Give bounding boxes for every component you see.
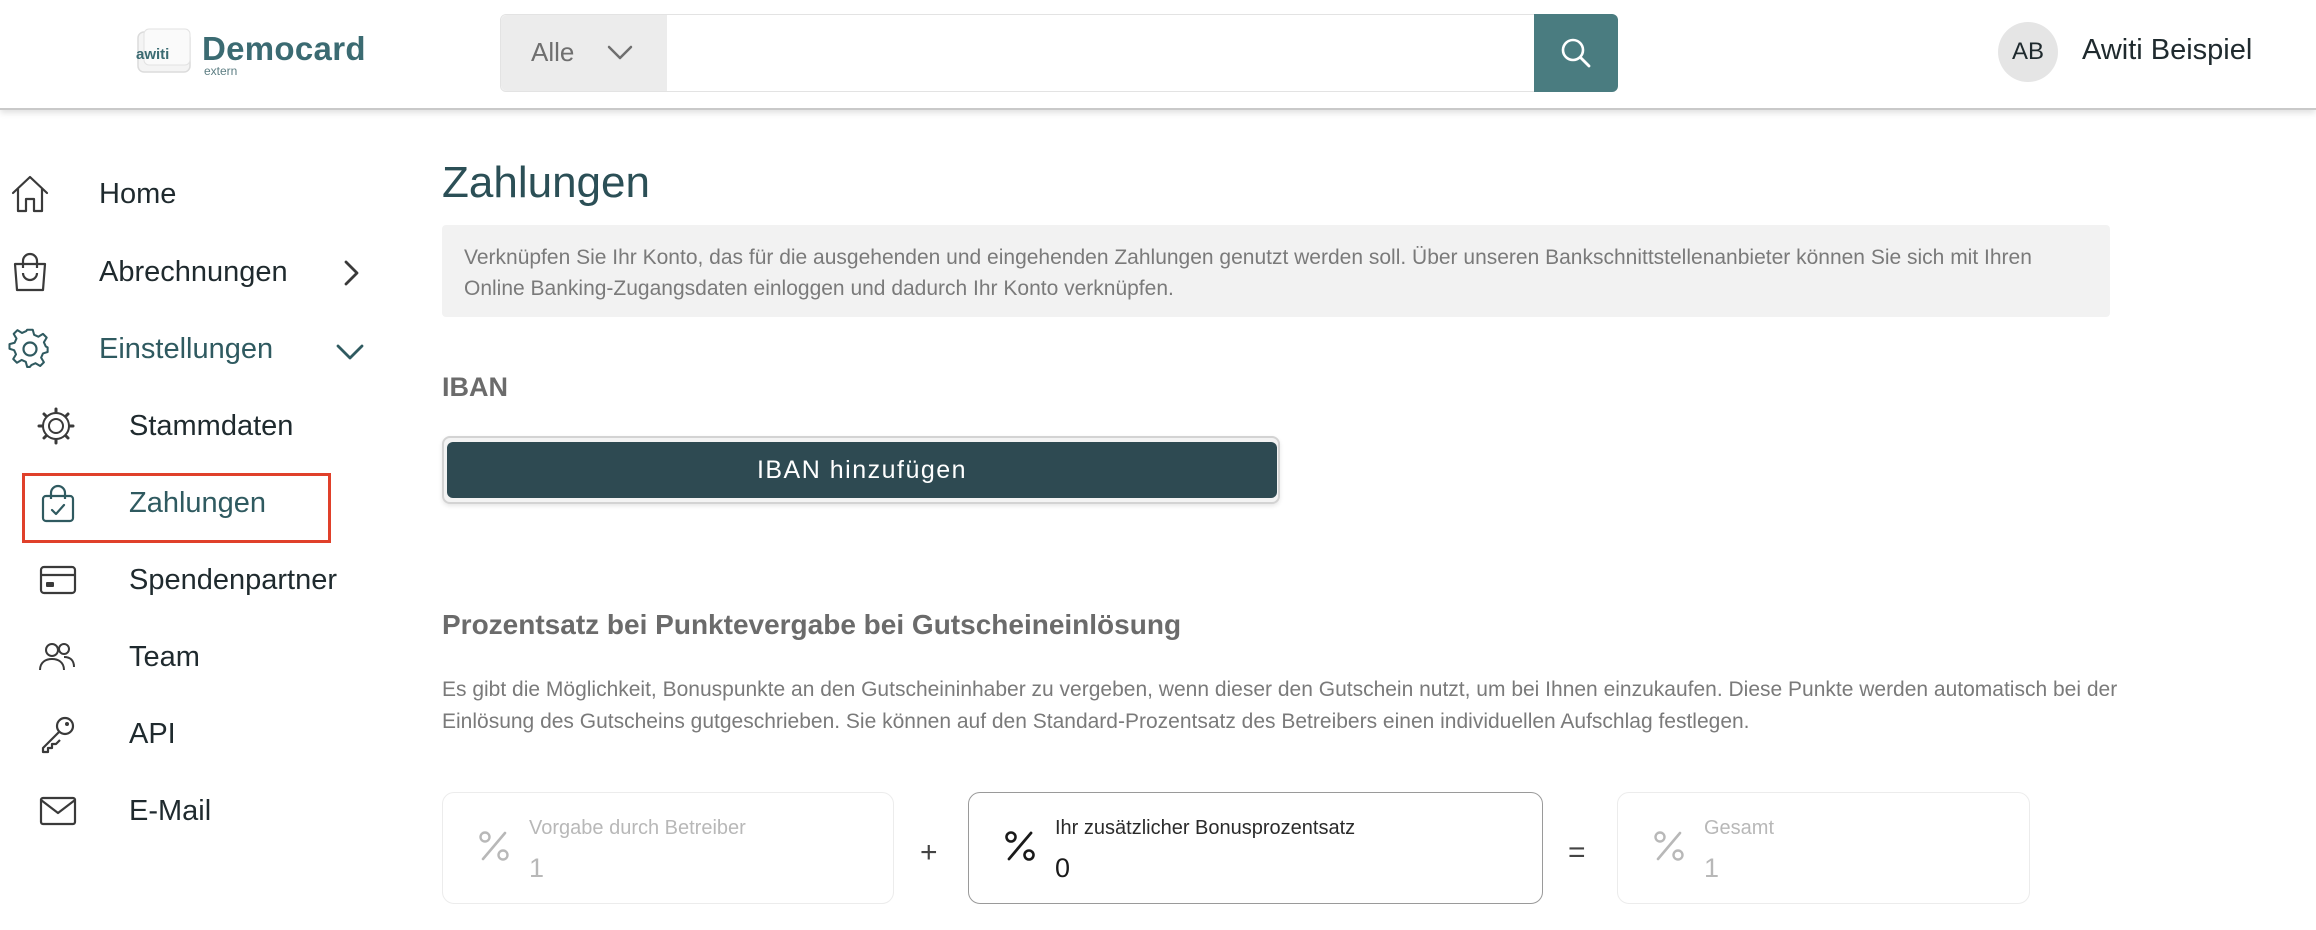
logo-title: Democard [202, 30, 366, 67]
shopping-bag-icon [13, 252, 47, 292]
sidebar-item-label: Einstellungen [99, 333, 274, 365]
sidebar-item-spendenpartner[interactable]: Spendenpartner [22, 558, 380, 618]
iban-heading: IBAN [442, 372, 508, 402]
bonus-percentage-input[interactable]: 0 [1055, 853, 1070, 884]
selection-highlight [22, 473, 331, 543]
sidebar-item-label: Stammdaten [129, 410, 294, 442]
operator-percentage-field: Vorgabe durch Betreiber 1 [442, 792, 894, 904]
sidebar-item-einstellungen[interactable]: Einstellungen [0, 327, 380, 387]
sidebar-item-email[interactable]: E-Mail [22, 789, 380, 849]
gear-icon [8, 328, 49, 368]
field-value: 1 [529, 853, 545, 883]
sidebar-item-label: API [129, 718, 176, 750]
sidebar-item-abrechnungen[interactable]: Abrechnungen [0, 250, 380, 310]
percent-icon [1005, 831, 1035, 861]
people-icon [39, 643, 75, 671]
bonus-percentage-field[interactable]: Ihr zusätzlicher Bonusprozentsatz 0 [968, 792, 1543, 904]
search-icon [1561, 38, 1591, 68]
sidebar-item-team[interactable]: Team [22, 635, 380, 695]
sidebar-item-api[interactable]: API [22, 712, 380, 772]
credit-card-icon [39, 565, 77, 595]
total-percentage-field: Gesamt 1 [1617, 792, 2030, 904]
sidebar-item-stammdaten[interactable]: Stammdaten [22, 404, 380, 464]
page-title: Zahlungen [442, 158, 650, 207]
user-name[interactable]: Awiti Beispiel [2082, 34, 2252, 67]
sidebar-item-label: Spendenpartner [129, 564, 337, 596]
field-label: Vorgabe durch Betreiber [529, 817, 746, 839]
sidebar-item-label: Home [99, 178, 177, 210]
chevron-down-icon [607, 45, 633, 60]
percent-icon [479, 831, 509, 861]
search-input[interactable] [667, 15, 1533, 91]
percentage-description: Es gibt die Möglichkeit, Bonuspunkte an … [442, 678, 2118, 733]
logo[interactable]: awiti Democard extern [130, 24, 390, 84]
avatar[interactable]: AB [1998, 22, 2058, 82]
chevron-right-icon [344, 260, 359, 286]
search-bar: Alle [500, 14, 1618, 92]
sidebar-item-home[interactable]: Home [0, 172, 380, 232]
percentage-heading: Prozentsatz bei Punktevergabe bei Gutsch… [442, 609, 1182, 640]
home-icon [11, 175, 49, 213]
sidebar-item-label: E-Mail [129, 795, 212, 827]
top-header: awiti Democard extern Alle AB Awiti Beis… [0, 0, 2316, 110]
cog-wheel-icon [37, 407, 75, 445]
logo-subtitle: extern [204, 64, 238, 78]
add-iban-button[interactable]: IBAN hinzufügen [447, 442, 1277, 498]
key-icon [41, 716, 75, 754]
search-scope-value: Alle [531, 37, 575, 67]
logo-badge-icon: awiti [136, 28, 191, 73]
equals-operator: = [1568, 836, 1586, 869]
percent-icon [1654, 831, 1684, 861]
search-button[interactable] [1534, 14, 1618, 92]
plus-operator: + [920, 836, 938, 869]
iban-button-frame: IBAN hinzufügen [442, 436, 1280, 504]
search-scope-select[interactable]: Alle [501, 15, 667, 91]
field-label: Ihr zusätzlicher Bonusprozentsatz [1055, 817, 1356, 839]
mail-icon [39, 796, 77, 826]
chevron-down-icon [336, 344, 364, 360]
field-value: 1 [1704, 853, 1720, 883]
field-label: Gesamt [1704, 817, 1775, 839]
sidebar-item-label: Abrechnungen [99, 256, 288, 288]
info-box: Verknüpfen Sie Ihr Konto, das für die au… [442, 225, 2110, 317]
sidebar-item-label: Team [129, 641, 200, 673]
logo-badge-text: awiti [136, 46, 169, 63]
